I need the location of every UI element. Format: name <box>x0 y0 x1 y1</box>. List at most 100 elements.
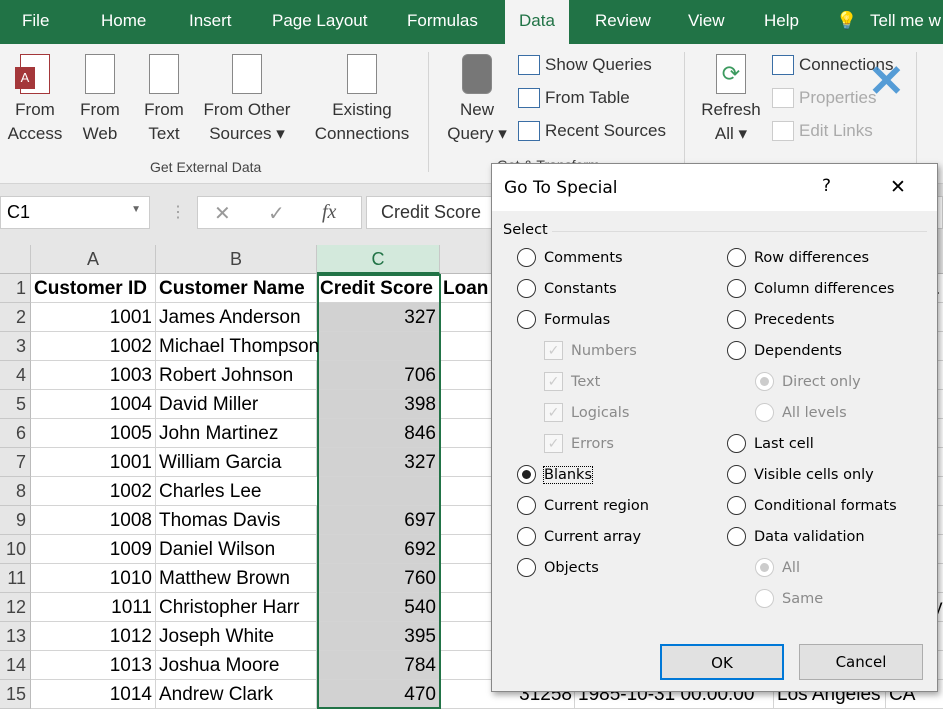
option-row-differences[interactable]: Row differences <box>727 248 869 267</box>
header-cell[interactable]: Customer ID <box>31 274 156 303</box>
option-conditional-formats[interactable]: Conditional formats <box>727 496 897 515</box>
show-queries-button[interactable]: Show Queries <box>518 55 652 75</box>
tab-home[interactable]: Home <box>101 11 146 31</box>
option-dependents[interactable]: Dependents <box>727 341 842 360</box>
radio-button[interactable] <box>727 496 746 515</box>
radio-button[interactable] <box>755 558 774 577</box>
customer-name-cell[interactable]: Daniel Wilson <box>156 535 317 564</box>
customer-id-cell[interactable]: 1001 <box>31 303 156 332</box>
customer-name-cell[interactable]: David Miller <box>156 390 317 419</box>
customer-id-cell[interactable]: 1009 <box>31 535 156 564</box>
radio-button[interactable] <box>755 589 774 608</box>
radio-button[interactable] <box>755 372 774 391</box>
credit-score-cell[interactable]: 470 <box>317 680 440 709</box>
refresh-all-button[interactable]: ⟳ Refresh All ▾ <box>698 54 764 146</box>
option-errors-checkbox[interactable]: ✓ Errors <box>544 434 614 453</box>
ok-button[interactable]: OK <box>660 644 784 680</box>
radio-button[interactable] <box>727 434 746 453</box>
row-header[interactable]: 4 <box>0 361 31 390</box>
from-table-button[interactable]: From Table <box>518 88 630 108</box>
column-header[interactable]: A <box>31 245 156 274</box>
customer-name-cell[interactable]: John Martinez <box>156 419 317 448</box>
option-text-checkbox[interactable]: ✓ Text <box>544 372 600 391</box>
from-access-button[interactable]: A From Access <box>6 54 64 146</box>
from-text-button[interactable]: From Text <box>140 54 188 146</box>
tab-review[interactable]: Review <box>595 11 651 31</box>
help-button[interactable]: ? <box>822 176 831 196</box>
customer-name-cell[interactable]: Joshua Moore <box>156 651 317 680</box>
row-header[interactable]: 13 <box>0 622 31 651</box>
customer-name-cell[interactable]: Andrew Clark <box>156 680 317 709</box>
option-all-levels[interactable]: All levels <box>755 403 847 422</box>
checkbox[interactable]: ✓ <box>544 341 563 360</box>
radio-button[interactable] <box>517 527 536 546</box>
row-header[interactable]: 5 <box>0 390 31 419</box>
tab-help[interactable]: Help <box>764 11 799 31</box>
row-header[interactable]: 15 <box>0 680 31 709</box>
radio-button[interactable] <box>517 310 536 329</box>
checkbox[interactable]: ✓ <box>544 403 563 422</box>
cancel-icon[interactable]: ✕ <box>214 201 231 226</box>
customer-id-cell[interactable]: 1005 <box>31 419 156 448</box>
header-cell[interactable]: Credit Score <box>317 274 440 303</box>
header-cell[interactable]: Customer Name <box>156 274 317 303</box>
radio-button[interactable] <box>755 403 774 422</box>
option-validation-same[interactable]: Same <box>755 589 823 608</box>
credit-score-cell[interactable]: 697 <box>317 506 440 535</box>
recent-sources-button[interactable]: Recent Sources <box>518 121 666 141</box>
customer-id-cell[interactable]: 1003 <box>31 361 156 390</box>
option-numbers-checkbox[interactable]: ✓ Numbers <box>544 341 637 360</box>
customer-name-cell[interactable]: Matthew Brown <box>156 564 317 593</box>
customer-name-cell[interactable]: Michael Thompson <box>156 332 319 361</box>
option-visible-cells-only[interactable]: Visible cells only <box>727 465 874 484</box>
customer-id-cell[interactable]: 1011 <box>31 593 156 622</box>
chevron-down-icon[interactable]: ▼ <box>131 204 141 215</box>
tab-insert[interactable]: Insert <box>189 11 232 31</box>
customer-id-cell[interactable]: 1012 <box>31 622 156 651</box>
new-query-button[interactable]: New Query ▾ <box>440 54 514 146</box>
radio-button[interactable] <box>517 496 536 515</box>
row-header[interactable]: 2 <box>0 303 31 332</box>
option-validation-all[interactable]: All <box>755 558 800 577</box>
customer-name-cell[interactable]: James Anderson <box>156 303 317 332</box>
customer-id-cell[interactable]: 1013 <box>31 651 156 680</box>
credit-score-cell[interactable]: 784 <box>317 651 440 680</box>
customer-name-cell[interactable]: William Garcia <box>156 448 317 477</box>
checkbox[interactable]: ✓ <box>544 372 563 391</box>
from-other-sources-button[interactable]: From Other Sources ▾ <box>198 54 296 146</box>
properties-button[interactable]: Properties <box>772 88 876 108</box>
tell-me-search[interactable]: Tell me w <box>870 11 941 31</box>
close-button[interactable]: ✕ <box>890 176 906 198</box>
credit-score-cell[interactable]: 760 <box>317 564 440 593</box>
customer-name-cell[interactable]: Thomas Davis <box>156 506 317 535</box>
radio-button[interactable] <box>517 465 536 484</box>
option-current-array[interactable]: Current array <box>517 527 641 546</box>
radio-button[interactable] <box>517 558 536 577</box>
edit-links-button[interactable]: Edit Links <box>772 121 873 141</box>
customer-id-cell[interactable]: 1002 <box>31 332 156 361</box>
credit-score-cell[interactable]: 395 <box>317 622 440 651</box>
credit-score-cell[interactable] <box>317 477 440 506</box>
option-last-cell[interactable]: Last cell <box>727 434 814 453</box>
column-header[interactable]: C <box>317 245 440 274</box>
option-column-differences[interactable]: Column differences <box>727 279 894 298</box>
option-objects[interactable]: Objects <box>517 558 599 577</box>
credit-score-cell[interactable] <box>317 332 440 361</box>
credit-score-cell[interactable]: 327 <box>317 448 440 477</box>
credit-score-cell[interactable]: 692 <box>317 535 440 564</box>
radio-button[interactable] <box>727 279 746 298</box>
customer-name-cell[interactable]: Robert Johnson <box>156 361 317 390</box>
option-data-validation[interactable]: Data validation <box>727 527 865 546</box>
credit-score-cell[interactable]: 846 <box>317 419 440 448</box>
customer-name-cell[interactable]: Charles Lee <box>156 477 317 506</box>
row-header[interactable]: 9 <box>0 506 31 535</box>
checkbox[interactable]: ✓ <box>544 434 563 453</box>
credit-score-cell[interactable]: 398 <box>317 390 440 419</box>
option-comments[interactable]: Comments <box>517 248 623 267</box>
from-web-button[interactable]: From Web <box>75 54 125 146</box>
enter-icon[interactable]: ✓ <box>268 201 285 226</box>
row-header[interactable]: 12 <box>0 593 31 622</box>
customer-id-cell[interactable]: 1001 <box>31 448 156 477</box>
credit-score-cell[interactable]: 540 <box>317 593 440 622</box>
option-constants[interactable]: Constants <box>517 279 617 298</box>
